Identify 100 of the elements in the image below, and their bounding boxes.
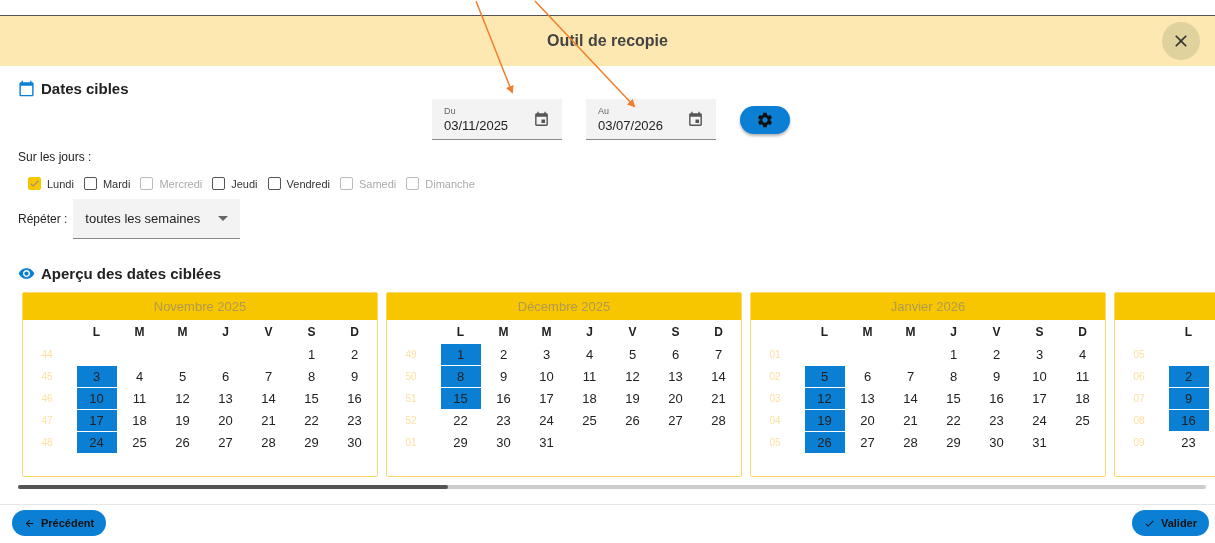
calendar-day[interactable]: 31 [1019, 431, 1060, 453]
calendar-day[interactable]: 13 [847, 387, 888, 409]
calendar-day[interactable]: 10 [76, 387, 117, 409]
calendar-day[interactable]: 27 [205, 431, 246, 453]
calendar-day[interactable]: 24 [76, 431, 117, 453]
calendar-day[interactable]: 3 [1019, 343, 1060, 365]
calendar-day[interactable]: 22 [933, 409, 974, 431]
calendar-day[interactable]: 23 [1168, 431, 1209, 453]
calendar-day[interactable]: 25 [1062, 409, 1103, 431]
calendar-day[interactable]: 16 [1168, 409, 1209, 431]
calendar-day[interactable]: 7 [890, 365, 931, 387]
calendar-day[interactable]: 26 [162, 431, 203, 453]
calendar-day[interactable]: 27 [847, 431, 888, 453]
calendar-day[interactable]: 11 [119, 387, 160, 409]
calendar-day[interactable]: 8 [933, 365, 974, 387]
calendar-day[interactable]: 1 [440, 343, 481, 365]
calendar-day[interactable]: 30 [483, 431, 524, 453]
date-field[interactable]: Au 03/07/2026 [586, 99, 716, 140]
calendar-day[interactable]: 10 [526, 365, 567, 387]
calendar-day[interactable]: 22 [440, 409, 481, 431]
calendar-day[interactable]: 23 [976, 409, 1017, 431]
calendar-day[interactable]: 19 [612, 387, 653, 409]
calendar-day[interactable]: 2 [334, 343, 375, 365]
calendar-day[interactable]: 29 [440, 431, 481, 453]
date-field[interactable]: Du 03/11/2025 [432, 99, 562, 140]
calendar-day[interactable]: 29 [933, 431, 974, 453]
calendar-day[interactable]: 19 [162, 409, 203, 431]
calendar-day[interactable]: 18 [1062, 387, 1103, 409]
calendar-day[interactable]: 16 [483, 387, 524, 409]
calendar-day[interactable]: 15 [440, 387, 481, 409]
calendar-day[interactable]: 2 [1168, 365, 1209, 387]
day-checkbox[interactable]: Vendredi [267, 177, 330, 190]
calendar-day[interactable]: 21 [890, 409, 931, 431]
calendar-day[interactable]: 7 [698, 343, 739, 365]
calendar-day[interactable]: 10 [1019, 365, 1060, 387]
calendar-day[interactable]: 13 [655, 365, 696, 387]
close-button[interactable] [1162, 22, 1200, 60]
calendar-day[interactable]: 18 [119, 409, 160, 431]
repeat-select[interactable]: toutes les semaines [73, 199, 241, 239]
calendar-day[interactable]: 31 [526, 431, 567, 453]
calendar-day[interactable]: 4 [1062, 343, 1103, 365]
calendar-day[interactable]: 6 [655, 343, 696, 365]
calendar-day[interactable]: 2 [483, 343, 524, 365]
calendar-day[interactable]: 11 [569, 365, 610, 387]
calendar-day[interactable]: 12 [162, 387, 203, 409]
calendar-day[interactable]: 5 [612, 343, 653, 365]
calendar-day[interactable]: 27 [655, 409, 696, 431]
calendar-day[interactable]: 14 [698, 365, 739, 387]
calendar-day[interactable]: 14 [890, 387, 931, 409]
calendar-day[interactable]: 23 [334, 409, 375, 431]
calendar-day[interactable]: 4 [569, 343, 610, 365]
calendar-day[interactable]: 25 [119, 431, 160, 453]
calendar-day[interactable]: 12 [612, 365, 653, 387]
calendar-day[interactable]: 15 [291, 387, 332, 409]
calendar-day[interactable]: 13 [205, 387, 246, 409]
calendar-day[interactable]: 28 [890, 431, 931, 453]
calendar-day[interactable]: 26 [612, 409, 653, 431]
calendar-day[interactable]: 26 [804, 431, 845, 453]
calendar-icon[interactable] [687, 110, 704, 128]
calendar-day[interactable]: 3 [76, 365, 117, 387]
calendar-day[interactable]: 24 [1019, 409, 1060, 431]
scrollbar-track[interactable] [18, 485, 1206, 489]
calendar-day[interactable]: 7 [248, 365, 289, 387]
day-checkbox[interactable]: Mardi [83, 177, 131, 190]
calendar-day[interactable]: 23 [483, 409, 524, 431]
calendar-day[interactable]: 20 [205, 409, 246, 431]
calendar-day[interactable]: 17 [76, 409, 117, 431]
calendar-day[interactable]: 15 [933, 387, 974, 409]
calendar-day[interactable]: 30 [976, 431, 1017, 453]
calendar-day[interactable]: 6 [205, 365, 246, 387]
scrollbar-thumb[interactable] [18, 485, 448, 489]
calendar-day[interactable]: 5 [804, 365, 845, 387]
calendar-day[interactable]: 5 [162, 365, 203, 387]
submit-button[interactable]: Valider [1131, 510, 1209, 536]
calendar-day[interactable]: 1 [291, 343, 332, 365]
calendar-day[interactable]: 9 [1168, 387, 1209, 409]
calendar-day[interactable]: 17 [1019, 387, 1060, 409]
calendar-day[interactable]: 9 [334, 365, 375, 387]
calendar-day[interactable]: 21 [698, 387, 739, 409]
calendar-day[interactable]: 3 [526, 343, 567, 365]
calendar-day[interactable]: 19 [804, 409, 845, 431]
calendar-day[interactable]: 21 [248, 409, 289, 431]
calendar-day[interactable]: 30 [334, 431, 375, 453]
calendar-day[interactable]: 9 [483, 365, 524, 387]
calendar-day[interactable]: 24 [526, 409, 567, 431]
previous-button[interactable]: Précédent [12, 510, 107, 536]
calendar-day[interactable]: 6 [847, 365, 888, 387]
calendar-day[interactable]: 16 [334, 387, 375, 409]
calendar-day[interactable]: 4 [119, 365, 160, 387]
calendar-day[interactable]: 20 [847, 409, 888, 431]
calendar-day[interactable]: 8 [291, 365, 332, 387]
calendar-day[interactable]: 28 [248, 431, 289, 453]
calendar-day[interactable]: 9 [976, 365, 1017, 387]
calendar-day[interactable]: 8 [440, 365, 481, 387]
calendar-day[interactable]: 18 [569, 387, 610, 409]
day-checkbox[interactable]: Lundi [28, 177, 74, 190]
calendar-day[interactable]: 11 [1062, 365, 1103, 387]
calendar-day[interactable]: 12 [804, 387, 845, 409]
calendar-day[interactable]: 17 [526, 387, 567, 409]
calendar-day[interactable]: 1 [933, 343, 974, 365]
